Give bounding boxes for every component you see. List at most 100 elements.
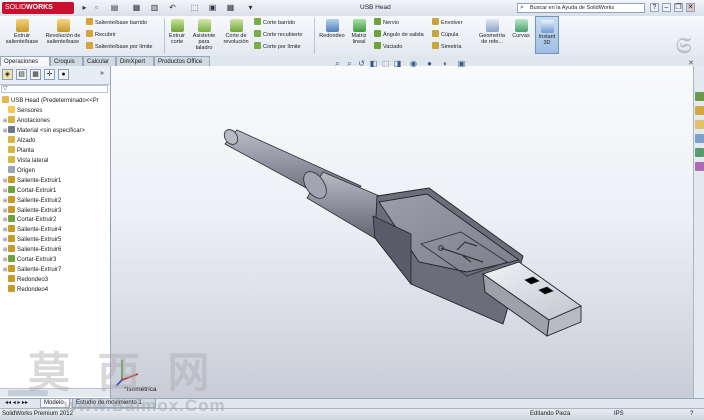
- menu-arrow-icon[interactable]: ▸: [80, 3, 89, 12]
- file-explorer-icon[interactable]: [695, 120, 704, 129]
- tree-item[interactable]: Vista lateral: [3, 155, 48, 165]
- open-folder-icon[interactable]: ▤: [110, 3, 119, 12]
- revolucion-saliente-button[interactable]: Revolución de saliente/base: [44, 19, 82, 45]
- tab-modelo[interactable]: Modelo: [40, 399, 70, 408]
- previous-view-icon[interactable]: ↺: [357, 59, 366, 68]
- curvas-button[interactable]: Curvas: [510, 19, 532, 39]
- tree-filter-input[interactable]: ▽: [1, 85, 108, 93]
- minimize-button[interactable]: –: [662, 3, 671, 12]
- tab-operaciones[interactable]: Operaciones: [0, 56, 50, 66]
- apply-scene-icon[interactable]: ◐: [441, 59, 450, 68]
- tree-item[interactable]: ⊞ Saliente-Extruir5: [3, 235, 61, 244]
- corte-barrido-button[interactable]: Corte barrido: [254, 18, 295, 27]
- restore-button[interactable]: ❐: [674, 3, 683, 12]
- corte-limite-button[interactable]: Corte por límite: [254, 42, 301, 51]
- solidworks-resources-icon[interactable]: [695, 92, 704, 101]
- tree-item[interactable]: ⊞ Saliente-Extruir1: [3, 175, 61, 185]
- tree-item[interactable]: Redondeo4: [3, 285, 48, 294]
- help-icon[interactable]: ?: [650, 3, 659, 12]
- print-icon[interactable]: ▥: [150, 3, 159, 12]
- panel-expand-icon[interactable]: »: [100, 70, 104, 77]
- tree-item[interactable]: Origen: [3, 165, 35, 175]
- matriz-lineal-button[interactable]: Matriz lineal: [348, 19, 370, 45]
- cupula-button[interactable]: Cúpula: [432, 30, 458, 39]
- dimxpert-manager-icon[interactable]: ✛: [44, 69, 55, 80]
- property-manager-icon[interactable]: ▤: [16, 69, 27, 80]
- vaciado-button[interactable]: Vaciado: [374, 42, 402, 51]
- display-manager-icon[interactable]: ●: [58, 69, 69, 80]
- section-view-icon[interactable]: ◧: [369, 59, 378, 68]
- feature-tree-icon[interactable]: ◈: [2, 69, 13, 80]
- corte-recubierto-button[interactable]: Corte recubierto: [254, 30, 302, 39]
- fillet-icon: [325, 19, 339, 32]
- tree-item[interactable]: ⊞ Saliente-Extruir7: [3, 265, 61, 274]
- view-orientation-icon[interactable]: ⬚: [381, 59, 390, 68]
- tree-item[interactable]: ⊞ Saliente-Extruir4: [3, 225, 61, 234]
- tree-item-label: Sensores: [17, 108, 43, 114]
- simetria-button[interactable]: Simetría: [432, 42, 461, 51]
- close-button[interactable]: ✕: [686, 3, 695, 12]
- select-icon[interactable]: ⬚: [190, 3, 199, 12]
- display-style-icon[interactable]: ◨: [393, 59, 402, 68]
- extruir-corte-button[interactable]: Extruir corte: [166, 19, 188, 45]
- saliente-limite-button[interactable]: Saliente/base por límite: [86, 42, 152, 51]
- redondeo-button[interactable]: Redondeo: [316, 19, 348, 39]
- design-library-icon[interactable]: [695, 106, 704, 115]
- saliente-barrido-button[interactable]: Saliente/base barrido: [86, 18, 147, 27]
- geometria-referencia-button[interactable]: Geometría de refe...: [476, 19, 508, 45]
- envolver-button[interactable]: Envolver: [432, 18, 462, 27]
- appearances-icon[interactable]: [695, 162, 704, 171]
- view-palette-icon[interactable]: [695, 148, 704, 157]
- status-bar: SolidWorks Premium 2012 Editando Pieza I…: [0, 408, 704, 420]
- recubrir-button[interactable]: Recubrir: [86, 30, 116, 39]
- instant3d-button[interactable]: Instant 3D: [535, 16, 559, 54]
- save-icon[interactable]: ▦: [132, 3, 141, 12]
- tree-item[interactable]: ⊞ Cortar-Extruir3: [3, 255, 56, 264]
- new-document-icon[interactable]: ▫: [92, 3, 101, 12]
- hide-show-icon[interactable]: ◉: [409, 59, 418, 68]
- help-search-input[interactable]: ⌕ Buscar en la Ayuda de SolidWorks: [517, 3, 645, 13]
- status-help-icon[interactable]: ?: [690, 410, 693, 419]
- tree-root-part[interactable]: USB Head (Predeterminado<<Pr: [2, 96, 99, 105]
- graphics-area[interactable]: [111, 66, 693, 398]
- solidworks-logo[interactable]: SOLIDWORKS: [2, 2, 74, 14]
- tree-item[interactable]: Planta: [3, 145, 34, 155]
- panel-scrollbar[interactable]: [0, 388, 110, 397]
- undo-icon[interactable]: ↶: [168, 3, 177, 12]
- tree-item[interactable]: ⊞ Anotaciones: [3, 115, 50, 125]
- tree-root-label: USB Head (Predeterminado<<Pr: [11, 98, 99, 104]
- tree-item[interactable]: ⊞ Cortar-Extruir2: [3, 215, 56, 224]
- tab-croquis[interactable]: Croquis: [50, 56, 83, 66]
- configuration-manager-icon[interactable]: ▦: [30, 69, 41, 80]
- tab-estudio-movimiento[interactable]: Estudio de movimiento 1: [72, 399, 156, 408]
- nervio-button[interactable]: Nervio: [374, 18, 399, 27]
- tab-calcular[interactable]: Calcular: [83, 56, 116, 66]
- scrollbar-thumb[interactable]: [8, 390, 48, 396]
- fillet-feature-icon: [8, 285, 15, 293]
- tree-item[interactable]: ⊞ Saliente-Extruir2: [3, 195, 61, 205]
- asistente-taladro-button[interactable]: Asistente para taladro: [190, 19, 218, 51]
- tree-item[interactable]: ⊞ Material <sin especificar>: [3, 125, 85, 135]
- extruir-saliente-button[interactable]: Extruir saliente/base: [2, 19, 42, 45]
- tab-dimxpert[interactable]: DimXpert: [116, 56, 154, 66]
- quick-access-more-icon[interactable]: ▾: [246, 3, 255, 12]
- tree-item[interactable]: ⊞ Saliente-Extruir6: [3, 245, 61, 254]
- tree-item[interactable]: Sensores: [3, 106, 42, 115]
- tree-item[interactable]: ⊞ Saliente-Extruir3: [3, 205, 61, 215]
- corte-revolucion-button[interactable]: Corte de revolución: [220, 19, 252, 45]
- tab-nav-arrows[interactable]: ◂◂ ◂ ▸ ▸▸: [2, 399, 38, 408]
- tree-item[interactable]: Redondeo3: [3, 275, 48, 284]
- tab-productos-office[interactable]: Productos Office: [154, 56, 210, 66]
- status-units[interactable]: IPS: [614, 410, 624, 419]
- options-icon[interactable]: ▦: [226, 3, 235, 12]
- search-results-icon[interactable]: [695, 134, 704, 143]
- tree-item[interactable]: Alzado: [3, 135, 35, 145]
- rebuild-icon[interactable]: ▣: [208, 3, 217, 12]
- zoom-fit-icon[interactable]: ⌕: [333, 59, 342, 68]
- tree-item[interactable]: ⊞ Cortar-Extruir1: [3, 185, 56, 195]
- boss-feature-icon: [8, 265, 15, 273]
- view-settings-icon[interactable]: ▣: [457, 59, 466, 68]
- edit-appearance-icon[interactable]: ●: [425, 59, 434, 68]
- angulo-salida-button[interactable]: Ángulo de salida: [374, 30, 424, 39]
- zoom-area-icon[interactable]: ⌕: [345, 59, 354, 68]
